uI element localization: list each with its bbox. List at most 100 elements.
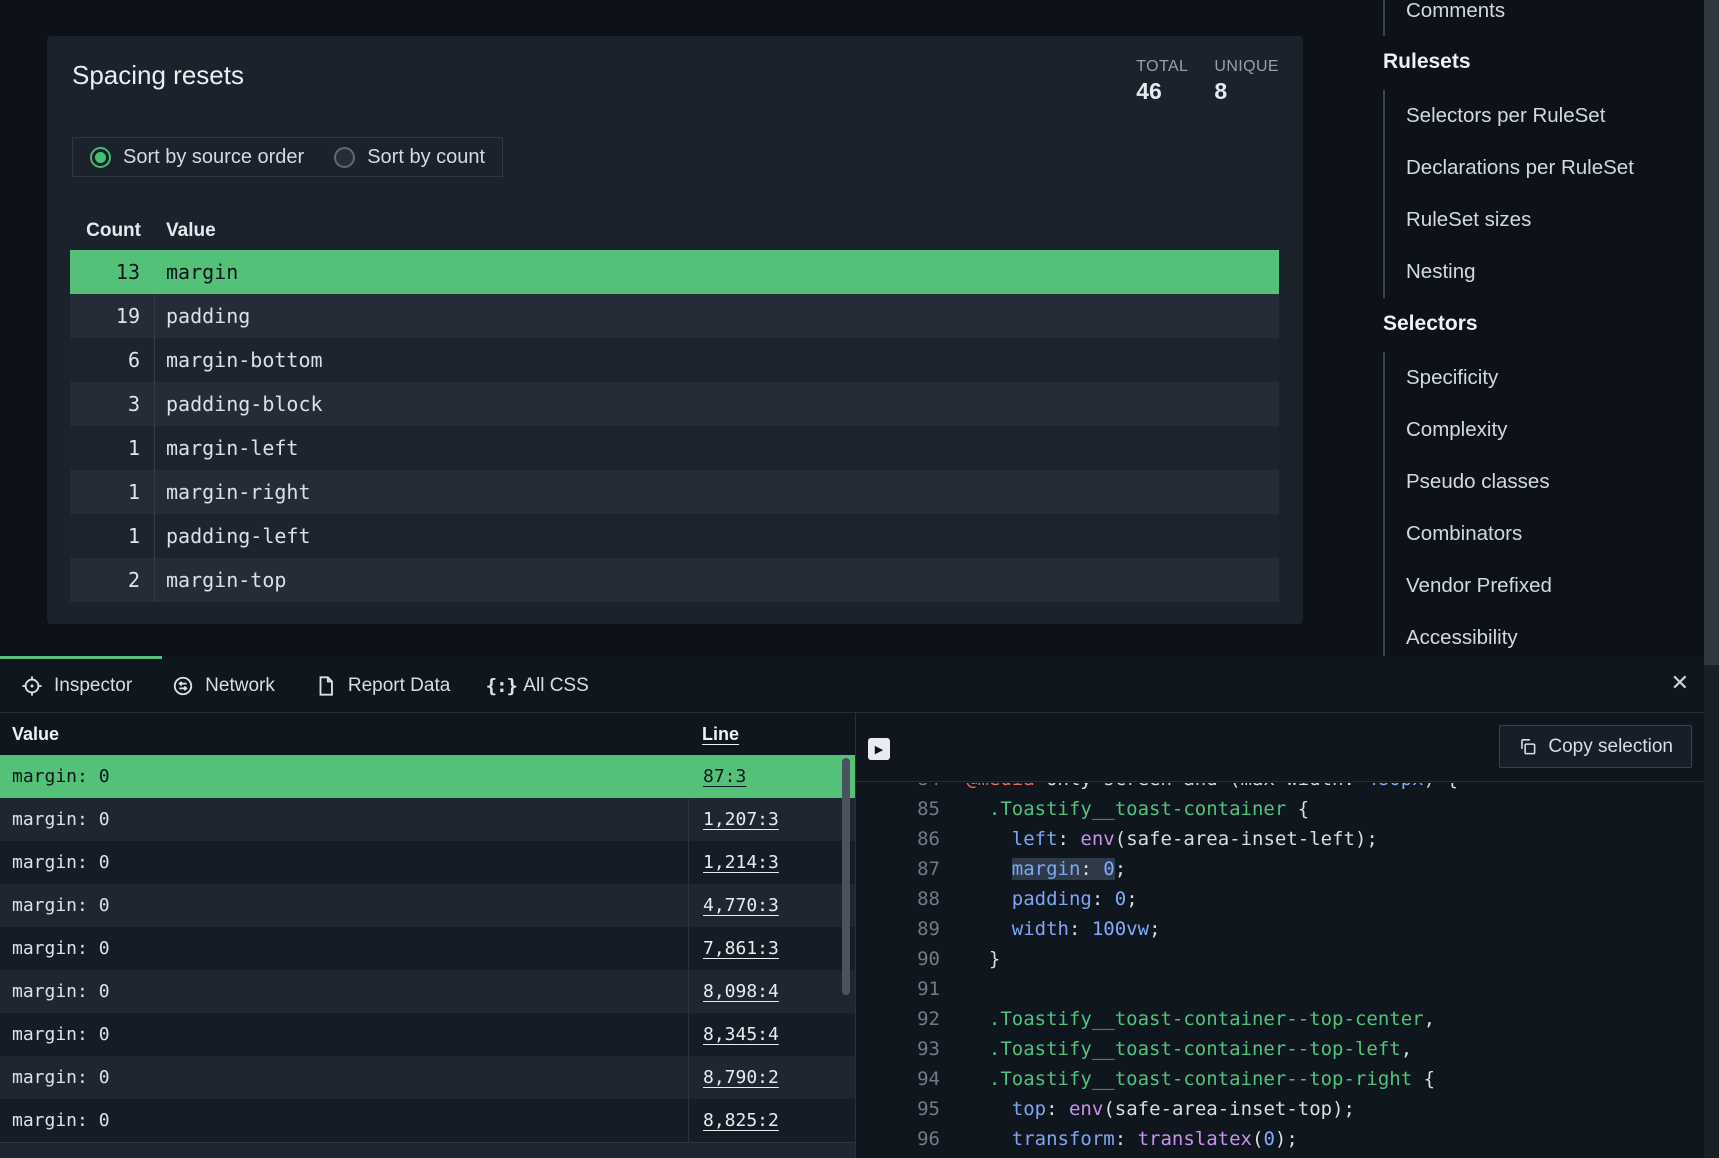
line-link[interactable]: 8,790:2 xyxy=(703,1067,779,1088)
line-column-header[interactable]: Line xyxy=(688,724,855,745)
declaration-row[interactable]: margin: 0 8,825:2 xyxy=(0,1099,855,1142)
sidebar-item-comments[interactable]: Comments xyxy=(1406,0,1703,28)
declaration-row[interactable]: margin: 08,345:4 xyxy=(0,1013,855,1056)
line-link[interactable]: 8,098:4 xyxy=(703,981,779,1002)
declaration-row[interactable]: margin: 0 7,861:3 xyxy=(0,927,855,970)
spacing-resets-card: Spacing resets TOTAL46UNIQUE8 Sort by so… xyxy=(47,36,1303,624)
page-scrollbar-thumb[interactable] xyxy=(1704,0,1719,665)
code-lines: 84@media only screen and (max-width: 480… xyxy=(856,783,1719,1154)
value-column-header: Value xyxy=(155,220,216,242)
copy-selection-button[interactable]: Copy selection xyxy=(1499,725,1692,768)
close-icon[interactable]: ✕ xyxy=(1671,672,1689,694)
code-line: 91 xyxy=(856,974,1719,1004)
declaration-row[interactable]: margin: 087:3 xyxy=(0,755,855,798)
radio-icon[interactable] xyxy=(334,147,355,168)
code-line: 84@media only screen and (max-width: 480… xyxy=(856,783,1719,794)
count-column-header: Count xyxy=(70,220,155,242)
sort-option-unselected[interactable]: Sort by count xyxy=(334,146,485,169)
declarations-scrollbar-thumb[interactable] xyxy=(842,758,850,995)
declaration-line-cell: 8,098:4 xyxy=(688,970,855,1013)
sort-options-group: Sort by source order Sort by count xyxy=(72,137,503,177)
braces-icon: {:} xyxy=(490,675,512,697)
sidebar-item-specificity[interactable]: Specificity xyxy=(1406,352,1703,404)
row-count-cell: 1 xyxy=(70,470,155,514)
radio-icon[interactable] xyxy=(90,147,111,168)
code-line: 89 width: 100vw; xyxy=(856,914,1719,944)
line-link[interactable]: 8,345:4 xyxy=(703,1024,779,1045)
declaration-line-cell: 1,207:3 xyxy=(688,798,855,841)
row-value-cell: margin-bottom xyxy=(155,348,323,372)
declaration-value-cell: margin: 0 xyxy=(0,1099,688,1142)
page-scrollbar-track[interactable] xyxy=(1704,0,1719,1158)
declaration-line-cell: 8,790:2 xyxy=(688,1056,855,1099)
line-number: 87 xyxy=(856,854,940,884)
table-row[interactable]: 1padding-left xyxy=(70,514,1279,558)
stat: TOTAL46 xyxy=(1136,58,1188,105)
collapse-panel-icon[interactable]: ▶ xyxy=(868,738,890,760)
table-row[interactable]: 1margin-left xyxy=(70,426,1279,470)
sidebar-section-title: Selectors xyxy=(1383,310,1703,338)
declaration-row[interactable]: margin: 01,214:3 xyxy=(0,841,855,884)
table-row[interactable]: 2margin-top xyxy=(70,558,1279,602)
line-link[interactable]: 87:3 xyxy=(703,766,746,787)
tab-all-css[interactable]: {:}All CSS xyxy=(490,675,588,697)
line-content: .Toastify__toast-container--top-center, xyxy=(966,1004,1435,1034)
code-line: 88 padding: 0; xyxy=(856,884,1719,914)
code-line: 94 .Toastify__toast-container--top-right… xyxy=(856,1064,1719,1094)
table-row[interactable]: 1margin-right xyxy=(70,470,1279,514)
tab-report-data[interactable]: Report Data xyxy=(315,675,450,697)
table-header-row: Count Value xyxy=(70,212,1279,250)
declaration-value-cell: margin: 0 xyxy=(0,970,688,1013)
row-count-cell: 1 xyxy=(70,426,155,470)
tab-label: Inspector xyxy=(54,675,132,697)
declaration-line-cell: 7,861:3 xyxy=(688,927,855,970)
line-number: 92 xyxy=(856,1004,940,1034)
sidebar-item-vendor-prefixed[interactable]: Vendor Prefixed xyxy=(1406,560,1703,612)
line-link[interactable]: 4,770:3 xyxy=(703,895,779,916)
inspector-panel: InspectorNetworkReport Data{:}All CSS ✕ … xyxy=(0,656,1719,1158)
sidebar-section-title: Rulesets xyxy=(1383,48,1703,76)
code-line: 92 .Toastify__toast-container--top-cente… xyxy=(856,1004,1719,1034)
line-number: 91 xyxy=(856,974,940,1004)
line-link[interactable]: 1,207:3 xyxy=(703,809,779,830)
code-scroll-area[interactable]: 84@media only screen and (max-width: 480… xyxy=(856,783,1719,1158)
line-number: 84 xyxy=(856,783,940,794)
declaration-row[interactable]: margin: 0 8,098:4 xyxy=(0,970,855,1013)
table-row[interactable]: 6margin-bottom xyxy=(70,338,1279,382)
sort-option-selected[interactable]: Sort by source order xyxy=(90,146,304,169)
sidebar-item-selectors-per-ruleset[interactable]: Selectors per RuleSet xyxy=(1406,90,1703,142)
code-viewer: ▶ Copy selection 84@media only screen an… xyxy=(856,713,1719,1158)
declarations-header-row: Value Line xyxy=(0,713,855,755)
line-link[interactable]: 8,825:2 xyxy=(703,1110,779,1131)
row-count-cell: 6 xyxy=(70,338,155,382)
page: Spacing resets TOTAL46UNIQUE8 Sort by so… xyxy=(0,0,1719,1158)
row-count-cell: 13 xyxy=(70,250,155,294)
sidebar-item-complexity[interactable]: Complexity xyxy=(1406,404,1703,456)
sidebar-item-combinators[interactable]: Combinators xyxy=(1406,508,1703,560)
line-content: .Toastify__toast-container { xyxy=(966,794,1309,824)
line-number: 88 xyxy=(856,884,940,914)
declaration-value-cell: margin: 0 xyxy=(0,927,688,970)
tab-network[interactable]: Network xyxy=(172,675,275,697)
declaration-row[interactable]: margin: 01,207:3 xyxy=(0,798,855,841)
row-value-cell: padding-block xyxy=(155,392,323,416)
line-link[interactable]: 1,214:3 xyxy=(703,852,779,873)
table-row[interactable]: 13margin xyxy=(70,250,1279,294)
sidebar-item-pseudo-classes[interactable]: Pseudo classes xyxy=(1406,456,1703,508)
declarations-body: margin: 087:3margin: 01,207:3margin: 01,… xyxy=(0,755,855,1142)
declaration-row[interactable]: margin: 04,770:3 xyxy=(0,884,855,927)
declaration-row[interactable]: margin: 08,790:2 xyxy=(0,1056,855,1099)
table-row[interactable]: 3padding-block xyxy=(70,382,1279,426)
line-content: top: env(safe-area-inset-top); xyxy=(966,1094,1355,1124)
code-line: 93 .Toastify__toast-container--top-left, xyxy=(856,1034,1719,1064)
inspector-body: Value Line margin: 087:3margin: 01,207:3… xyxy=(0,713,1719,1158)
line-link[interactable]: 7,861:3 xyxy=(703,938,779,959)
line-number: 94 xyxy=(856,1064,940,1094)
sidebar-item-declarations-per-ruleset[interactable]: Declarations per RuleSet xyxy=(1406,142,1703,194)
table-row[interactable]: 19padding xyxy=(70,294,1279,338)
line-content: } xyxy=(966,944,1000,974)
sidebar-item-ruleset-sizes[interactable]: RuleSet sizes xyxy=(1406,194,1703,246)
tab-inspector[interactable]: Inspector xyxy=(21,675,132,697)
sidebar-item-nesting[interactable]: Nesting xyxy=(1406,246,1703,298)
row-value-cell: padding-left xyxy=(155,524,311,548)
